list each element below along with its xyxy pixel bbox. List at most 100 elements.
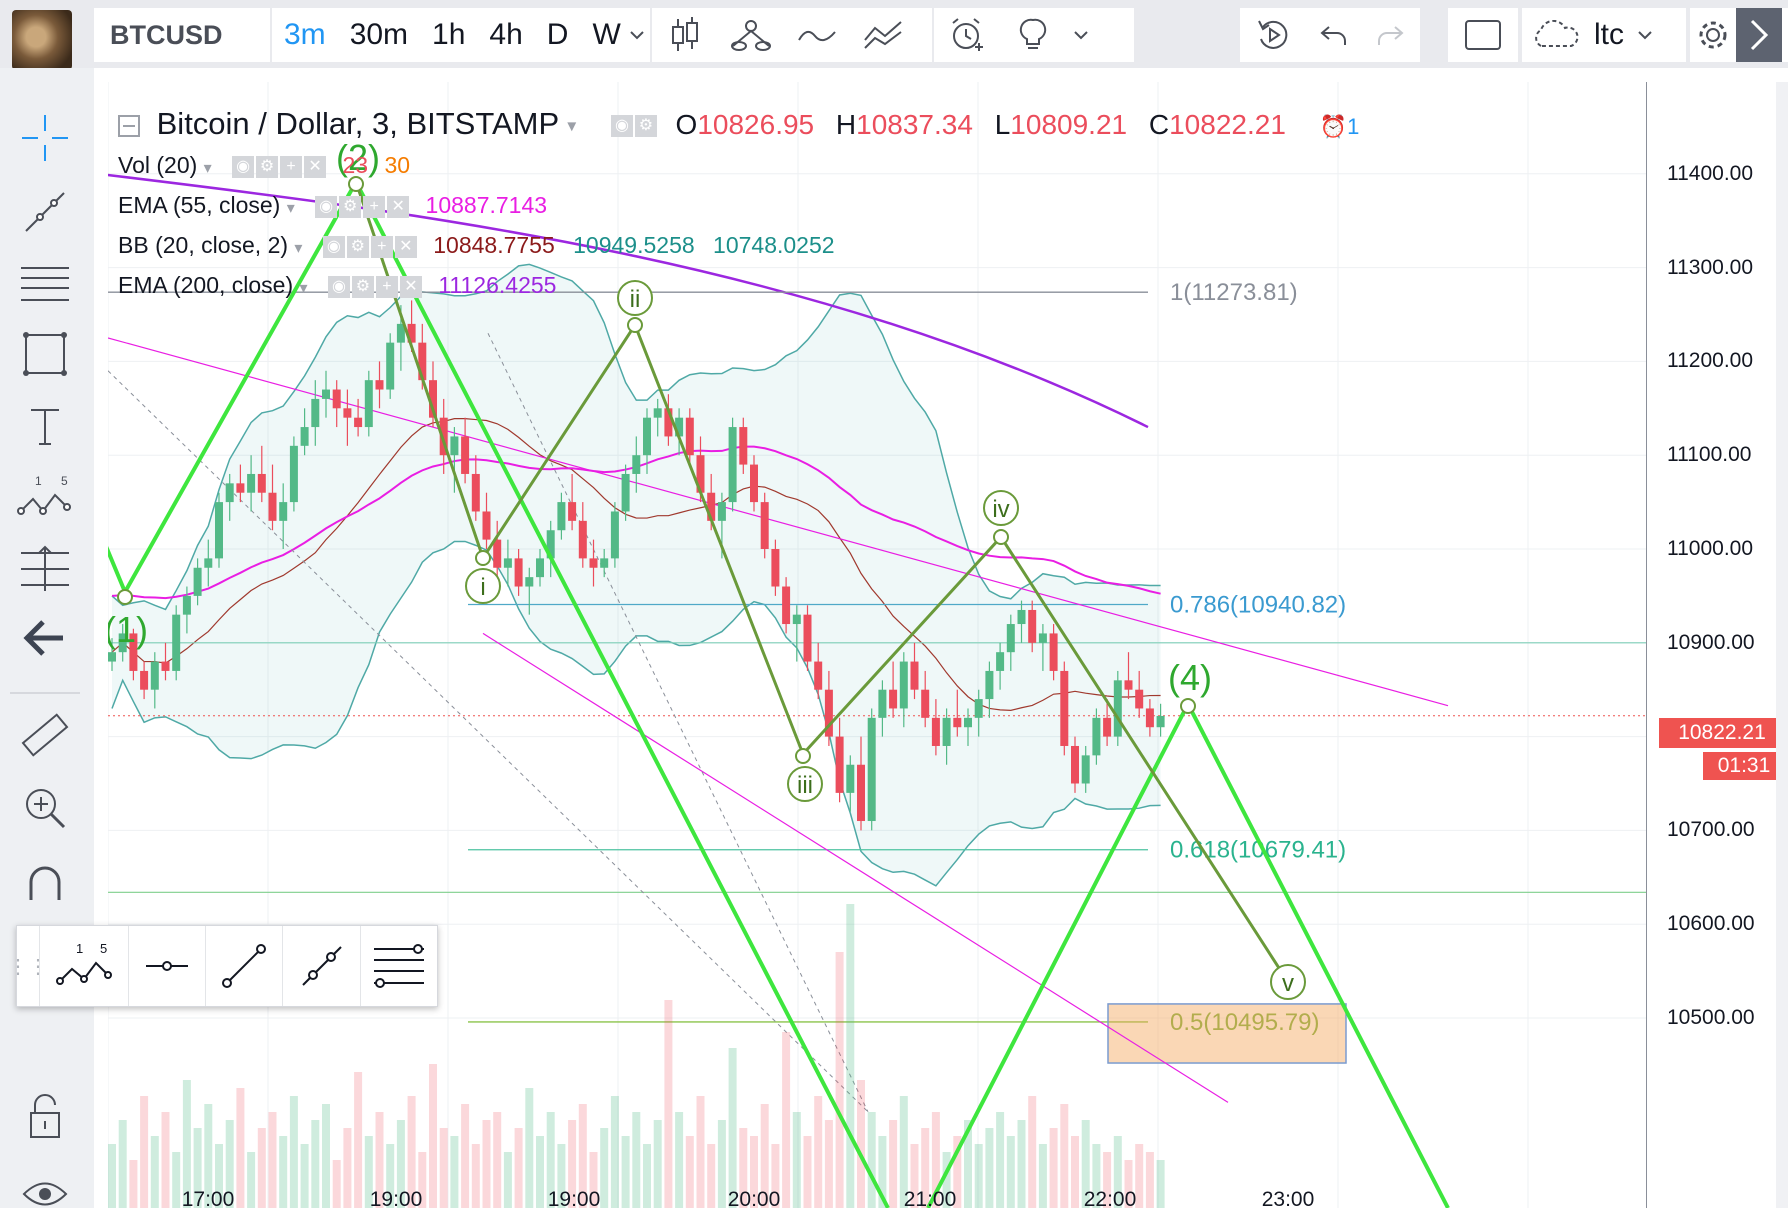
back-arrow-icon[interactable] [17,610,73,666]
volume-bar [1145,1152,1154,1208]
price-axis-label: 10600.00 [1667,912,1755,936]
volume-bar [824,1120,833,1208]
candle-body [1038,633,1047,643]
time-axis-label: 17:00 [182,1188,235,1208]
eye-icon[interactable] [17,1166,73,1222]
volume-bar [343,1128,352,1208]
bb-lower-value: 10748.0252 [713,232,835,258]
volume-bar [482,1120,491,1208]
interval-w[interactable]: W [580,18,624,52]
volume-bar [1071,1136,1079,1208]
drag-handle-icon[interactable]: ⋮⋮ [8,926,48,1006]
lightbulb-icon[interactable] [1000,8,1066,62]
collapse-icon[interactable] [118,114,140,137]
candle-body [1156,715,1165,728]
alarm-icon[interactable]: ⏰ [1320,114,1347,139]
prediction-tools-icon[interactable] [17,540,73,596]
alarm-clock-icon[interactable] [934,8,1000,62]
fullscreen-button[interactable] [1448,8,1518,62]
trend-line-icon[interactable] [17,184,73,240]
volume-bar [503,1152,512,1208]
volume-bar [600,1128,609,1208]
interval-3m[interactable]: 3m [272,18,338,52]
elliott-label-b: 5 [100,941,107,956]
volume-bar [1049,1128,1058,1208]
lock-icon[interactable] [17,1090,73,1146]
price-axis-label: 11100.00 [1667,443,1752,467]
rectangle-icon[interactable] [17,326,73,382]
fib-retracement-icon[interactable] [17,256,73,312]
layout-menu[interactable]: ltc [1522,8,1686,62]
user-avatar[interactable] [12,10,72,70]
redo-icon[interactable] [1362,8,1418,62]
candle-body [354,417,363,428]
chevron-down-icon[interactable]: ▾ [204,160,212,177]
trend-line-tool[interactable] [205,926,282,1006]
candle-body [632,455,641,474]
text-icon[interactable] [17,398,73,454]
gear-icon[interactable] [1690,8,1736,62]
symbol-search[interactable]: BTCUSD [94,8,270,62]
magnet-icon[interactable] [17,854,73,910]
financials-icon[interactable] [850,8,916,62]
volume-bar [354,1072,363,1208]
bb-toggle-icons[interactable]: ◉ ⚙ + ✕ [322,232,419,258]
symbol-label: BTCUSD [110,19,223,50]
candle-body [653,408,662,418]
ema55-toggle-icons[interactable]: ◉ ⚙ + ✕ [315,192,411,218]
candle-body [364,380,373,428]
chevron-down-icon[interactable]: ▾ [294,240,302,257]
chevron-down-icon[interactable]: ▾ [567,115,576,135]
volume-bar [289,1096,298,1208]
chevron-down-icon[interactable]: ▾ [300,280,308,297]
volume-bar [514,1128,523,1208]
current-price-label: 10822.21 [1659,718,1785,748]
expand-arrow-icon[interactable] [1736,8,1782,62]
chevron-down-icon[interactable] [625,8,649,62]
volume-bar [728,1048,737,1208]
ema200-toggle-icons[interactable]: ◉ ⚙ + ✕ [327,272,424,298]
chart-pane[interactable]: 1(11273.81) 0.786(10940.82) 0.618(10679.41… [108,82,1646,1208]
chevron-down-icon[interactable] [1066,8,1096,62]
interval-30m[interactable]: 30m [338,18,420,52]
candle-body [803,614,812,662]
bb-name: BB (20, close, 2) [118,232,289,258]
candle-body [1124,680,1133,690]
candle-body [643,417,651,456]
candle-body [1103,717,1112,737]
elliott-wave-icon[interactable]: 15 [17,468,73,524]
right-scroll-strip[interactable] [1776,82,1788,1208]
volume-bar [792,1112,801,1208]
replay-icon[interactable] [1240,8,1306,62]
legend-toggle-icons[interactable]: ◉ ⚙ [610,106,659,141]
candle-body [482,511,491,540]
ruler-icon[interactable] [17,708,73,764]
chevron-down-icon[interactable]: ▾ [287,200,295,217]
volume-toggle-icons[interactable]: ◉ ⚙ + ✕ [232,152,328,178]
crosshair-icon[interactable] [17,110,73,166]
candle-body [568,502,577,521]
wave-point-marker [993,529,1009,545]
candles-icon[interactable] [652,8,718,62]
interval-d[interactable]: D [535,18,581,52]
ray-tool[interactable] [282,926,359,1006]
candle-body [108,652,116,662]
candle-body [161,661,170,671]
price-scale[interactable]: 11400.00 11300.00 11200.00 11100.00 11000.00… [1646,82,1788,1208]
candle-body [953,717,962,728]
volume-bar [1006,1136,1015,1208]
interval-1h[interactable]: 1h [420,18,477,52]
interval-4h[interactable]: 4h [477,18,534,52]
fib-tool[interactable] [359,926,437,1006]
volume-bar [632,1112,641,1208]
zoom-in-icon[interactable] [17,780,73,836]
volume-ma-value: 30 [384,152,411,178]
indicators-icon[interactable] [784,8,850,62]
volume-bar [300,1144,309,1208]
undo-icon[interactable] [1306,8,1362,62]
elliott-wave-tool[interactable]: 15 [39,926,128,1006]
horizontal-ray-tool[interactable] [127,926,205,1006]
compare-icon[interactable] [718,8,784,62]
volume-bar [996,1112,1005,1208]
high-value: 10837.34 [856,109,973,140]
